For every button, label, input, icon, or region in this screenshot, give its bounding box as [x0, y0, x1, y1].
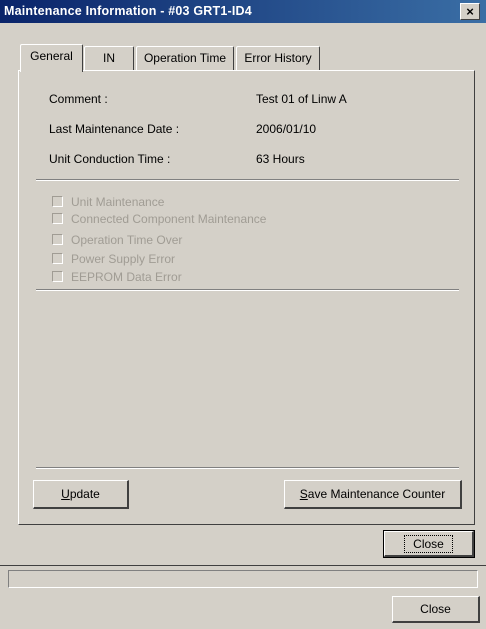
divider: [36, 179, 459, 181]
checkbox-label: Connected Component Maintenance: [71, 211, 267, 226]
outer-close-label: Close: [420, 602, 451, 616]
checkbox-label: Operation Time Over: [71, 232, 183, 247]
checkbox-label: Unit Maintenance: [71, 194, 165, 209]
save-mnemonic: S: [299, 487, 308, 501]
tab-general[interactable]: General: [20, 44, 83, 72]
close-icon[interactable]: ×: [460, 3, 480, 20]
checkbox-box: [52, 196, 63, 207]
tab-in-label: IN: [103, 51, 115, 65]
checkbox-box: [52, 271, 63, 282]
checkbox-operation-time-over[interactable]: Operation Time Over: [52, 231, 182, 248]
save-button-text: Save Maintenance Counter: [300, 487, 445, 501]
update-label: pdate: [69, 487, 100, 501]
checkbox-power-supply-error[interactable]: Power Supply Error: [52, 250, 175, 267]
close-button-label: Close: [404, 534, 453, 553]
save-maintenance-counter-button[interactable]: Save Maintenance Counter: [284, 480, 462, 509]
status-strip: [8, 570, 478, 588]
save-label: ave Maintenance Counter: [307, 487, 446, 501]
tab-operation-time[interactable]: Operation Time: [136, 46, 234, 70]
last-maintenance-value: 2006/01/10: [256, 122, 317, 136]
dialog-bottom-edge: [0, 565, 486, 566]
update-button[interactable]: Update: [33, 480, 129, 509]
conduction-time-value: 63 Hours: [256, 152, 305, 166]
update-button-text: Update: [61, 487, 100, 501]
checkbox-box: [52, 253, 63, 264]
comment-label: Comment :: [49, 92, 108, 106]
tab-error-history-label: Error History: [244, 51, 312, 65]
comment-value: Test 01 of Linw A: [256, 92, 347, 106]
close-button[interactable]: Close: [383, 530, 475, 558]
update-mnemonic: U: [61, 487, 70, 501]
divider: [36, 467, 459, 469]
title-bar: Maintenance Information - #03 GRT1-ID4 ×: [0, 0, 486, 23]
checkbox-unit-maintenance[interactable]: Unit Maintenance: [52, 193, 164, 210]
checkbox-label: EEPROM Data Error: [71, 269, 182, 284]
checkbox-label: Power Supply Error: [71, 251, 176, 266]
last-maintenance-label: Last Maintenance Date :: [49, 122, 180, 136]
divider: [36, 289, 459, 291]
checkbox-box: [52, 234, 63, 245]
tab-panel-general: [18, 70, 475, 525]
window-title: Maintenance Information - #03 GRT1-ID4: [4, 4, 252, 18]
tab-in[interactable]: IN: [84, 46, 134, 70]
tab-general-label: General: [30, 49, 73, 63]
tab-operation-time-label: Operation Time: [143, 51, 227, 65]
conduction-time-label: Unit Conduction Time :: [49, 152, 171, 166]
checkbox-box: [52, 213, 63, 224]
checkbox-connected-component-maintenance[interactable]: Connected Component Maintenance: [52, 210, 266, 227]
checkbox-eeprom-data-error[interactable]: EEPROM Data Error: [52, 268, 182, 285]
tab-error-history[interactable]: Error History: [236, 46, 320, 70]
outer-close-button[interactable]: Close: [392, 596, 480, 623]
